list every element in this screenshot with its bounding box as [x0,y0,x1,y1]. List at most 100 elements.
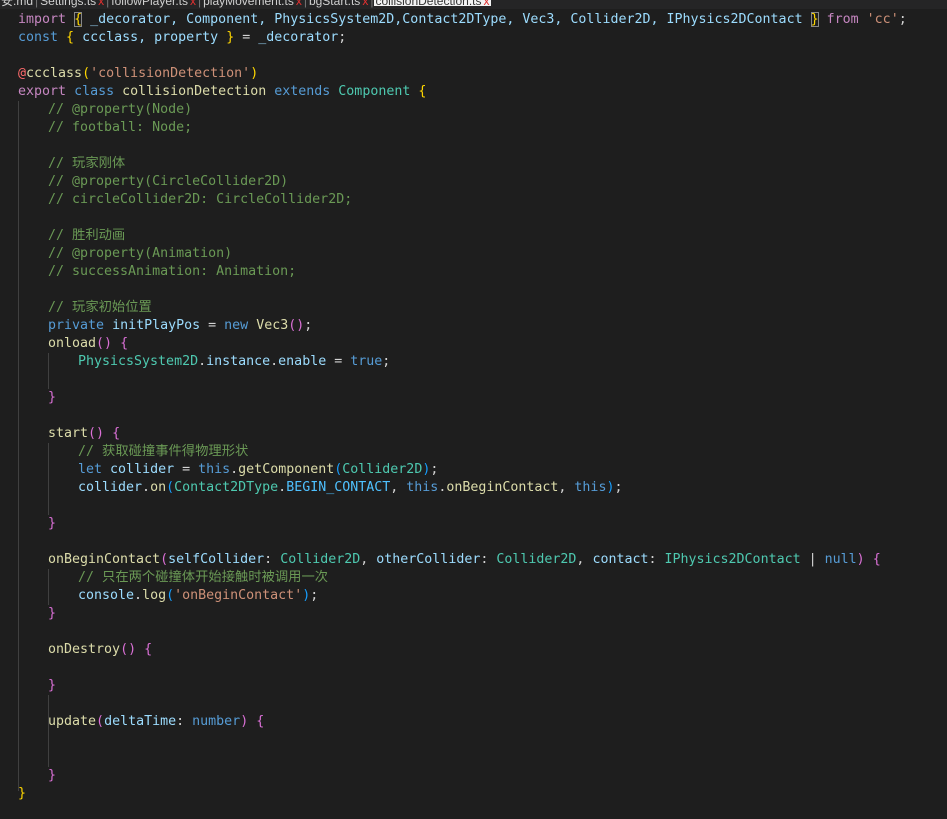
import-names: _decorator, Component, PhysicsSystem2D,C… [90,12,803,27]
code-line-31[interactable]: // 只在两个碰撞体开始接触时被调用一次 [78,569,328,587]
variable-name: collider [110,462,175,477]
method-name: onDestroy [48,642,121,657]
code-line-42[interactable]: } [48,767,56,785]
enum-ref: Contact2DType [174,480,279,495]
method-call: log [142,588,167,603]
property-ref: enable [278,354,327,369]
method-call: on [150,480,167,495]
tab-close-icon[interactable]: x [190,0,196,8]
this-keyword: this [574,480,607,495]
tab-label: Settings.ts [40,0,97,8]
method-call: getComponent [238,462,335,477]
tab-close-icon[interactable]: x [484,0,490,8]
object-ref: collider [78,480,143,495]
class-name: collisionDetection [122,84,267,99]
tab-3[interactable]: playMovement.ts x | [202,0,308,8]
tab-4[interactable]: bgStart.ts x | [308,0,374,8]
import-keyword: import [18,12,67,27]
tab-label: 安.md [1,0,34,8]
tab-close-icon[interactable]: x [362,0,368,8]
object-ref: PhysicsSystem2D [78,354,199,369]
method-name: onload [48,336,97,351]
code-line-4[interactable]: @ccclass('collisionDetection') [18,65,258,83]
boolean-literal: true [350,354,383,369]
code-editor[interactable]: import { _decorator, Component, PhysicsS… [0,11,947,819]
code-line-9[interactable]: // 玩家刚体 [48,155,125,173]
code-line-6[interactable]: // @property(Node) [48,101,192,119]
callback-ref: onBeginContact [446,480,559,495]
param-name: otherCollider [376,552,481,567]
code-line-29[interactable]: } [48,515,56,533]
code-line-26[interactable]: let collider = this.getComponent(Collide… [78,461,438,479]
string-arg: 'onBeginContact' [174,588,303,603]
code-line-17[interactable]: // 玩家初始位置 [48,299,152,317]
param-name: selfCollider [168,552,265,567]
indent-guide [48,443,49,515]
code-line-18[interactable]: private initPlayPos = new Vec3(); [48,317,312,335]
this-keyword: this [406,480,439,495]
code-line-19[interactable]: onload() { [48,335,128,353]
tab-close-icon[interactable]: x [98,0,104,8]
code-line-32[interactable]: console.log('onBeginContact'); [78,587,318,605]
type-arg: Collider2D [342,462,423,477]
destructured-names: ccclass, property [82,30,219,45]
const-keyword: const [18,30,59,45]
export-keyword: export [18,84,67,99]
code-line-43[interactable]: } [18,785,26,803]
indent-guide [18,101,19,791]
tab-label: collisionDetection.ts [375,0,482,8]
code-line-37[interactable]: } [48,677,56,695]
decorator-at: @ [18,66,27,81]
code-line-22[interactable]: } [48,389,56,407]
param-type: Collider2D [280,552,361,567]
property-ref: instance [206,354,271,369]
tab-5[interactable]: collisionDetection.ts x [374,0,491,8]
code-line-11[interactable]: // circleCollider2D: CircleCollider2D; [48,191,352,209]
tab-separator: | [198,0,202,8]
enum-member: BEGIN_CONTACT [286,480,391,495]
code-line-39[interactable]: update(deltaTime: number) { [48,713,264,731]
class-keyword: class [74,84,115,99]
tab-2[interactable]: followPlayer.ts x | [110,0,202,8]
code-line-5[interactable]: export class collisionDetection extends … [18,83,426,101]
new-keyword: new [224,318,249,333]
indent-guide [48,569,49,605]
brace-close: } [810,12,819,27]
code-line-10[interactable]: // @property(CircleCollider2D) [48,173,288,191]
code-line-24[interactable]: start() { [48,425,120,443]
code-line-33[interactable]: } [48,605,56,623]
param-name: contact [592,552,649,567]
object-ref: console [78,588,135,603]
code-line-13[interactable]: // 胜利动画 [48,227,125,245]
tab-separator: | [35,0,39,8]
code-line-7[interactable]: // football: Node; [48,119,192,137]
code-line-35[interactable]: onDestroy() { [48,641,152,659]
tab-0[interactable]: 安.md | [0,0,39,8]
tab-1[interactable]: Settings.ts x | [39,0,110,8]
decorator-arg: 'collisionDetection' [90,66,251,81]
code-line-20[interactable]: PhysicsSystem2D.instance.enable = true; [78,353,390,371]
tab-separator: | [303,0,307,8]
code-line-1[interactable]: import { _decorator, Component, PhysicsS… [18,11,907,29]
code-line-2[interactable]: const { ccclass, property } = _decorator… [18,29,346,47]
module-string: 'cc' [866,12,899,27]
indent-guide [48,353,49,389]
code-line-25[interactable]: // 获取碰撞事件得物理形状 [78,443,248,461]
editor-tab-bar: 安.md | Settings.ts x | followPlayer.ts x | playM… [0,0,947,9]
tab-separator: | [370,0,374,8]
code-line-14[interactable]: // @property(Animation) [48,245,232,263]
code-line-15[interactable]: // successAnimation: Animation; [48,263,296,281]
code-line-27[interactable]: collider.on(Contact2DType.BEGIN_CONTACT,… [78,479,622,497]
field-name: initPlayPos [112,318,201,333]
method-name: update [48,714,97,729]
method-name: onBeginContact [48,552,161,567]
decorator-name: ccclass [26,66,83,81]
tab-close-icon[interactable]: x [296,0,302,8]
indent-guide [48,695,49,767]
param-name: deltaTime [104,714,177,729]
extends-keyword: extends [274,84,331,99]
constructor-name: Vec3 [256,318,289,333]
tab-label: bgStart.ts [308,0,361,8]
code-line-30[interactable]: onBeginContact(selfCollider: Collider2D,… [48,551,881,569]
param-type: number [192,714,241,729]
